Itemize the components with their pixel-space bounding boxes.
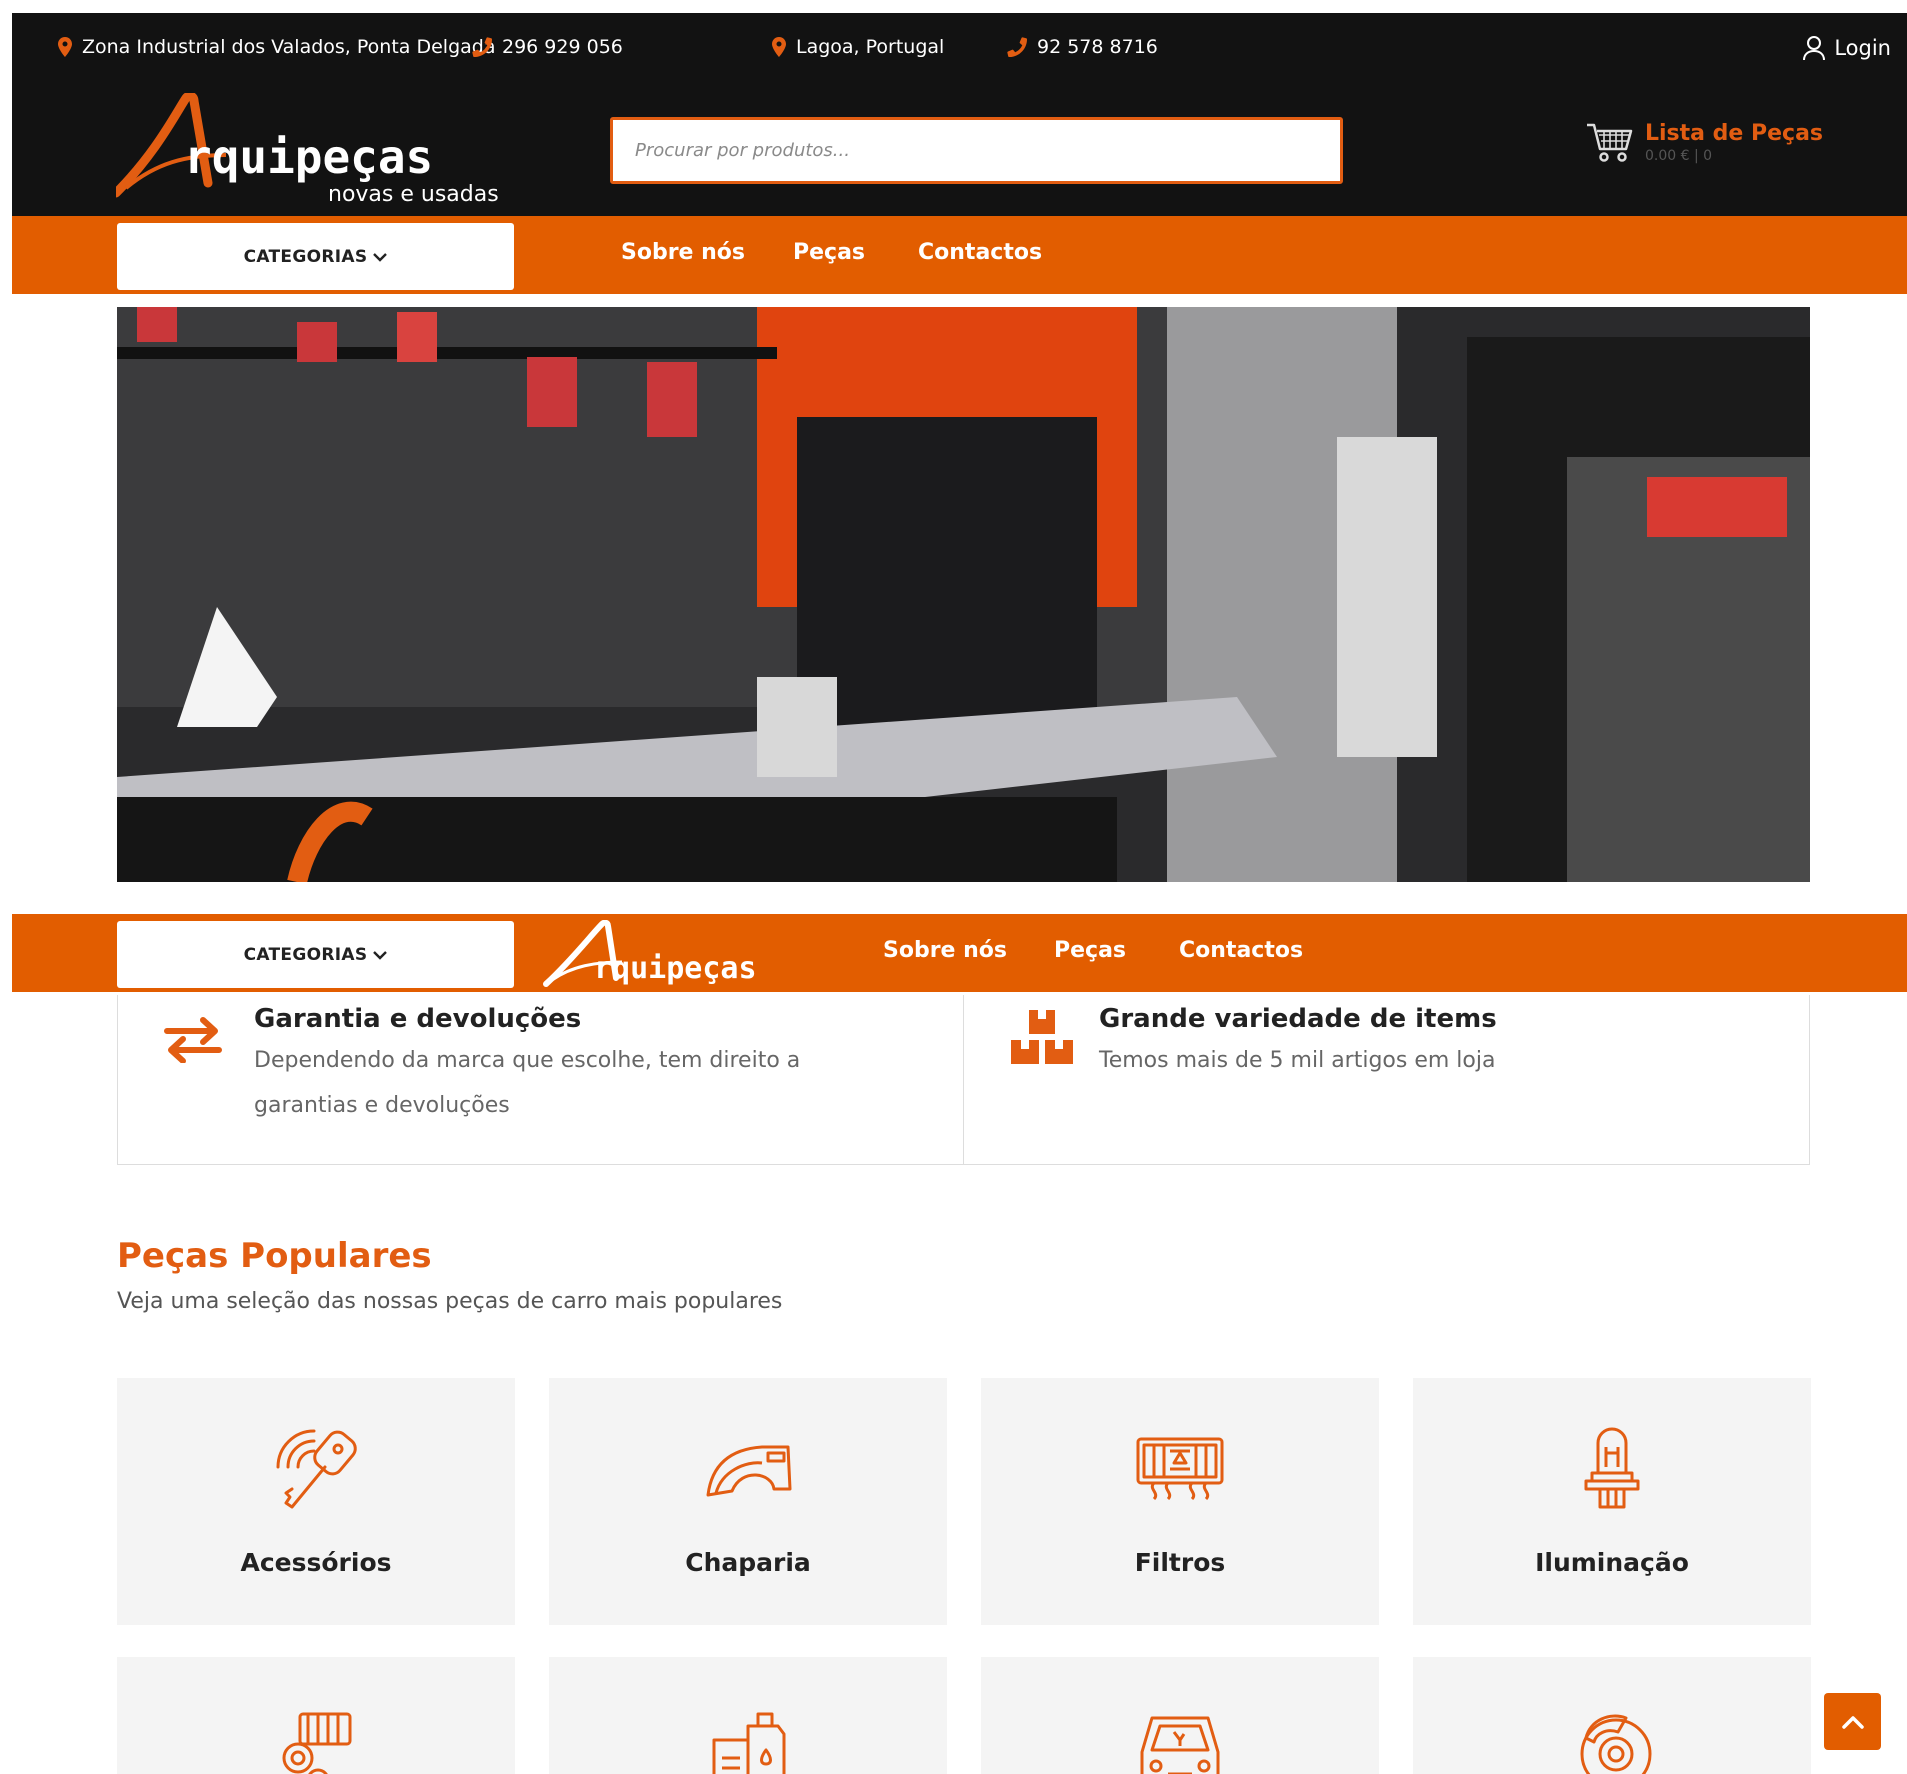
categories-label: CATEGORIAS bbox=[243, 944, 368, 965]
top-header: Zona Industrial dos Valados, Ponta Delga… bbox=[12, 13, 1907, 216]
category-card-filtros[interactable]: Filtros bbox=[981, 1378, 1379, 1625]
logo-wordmark: rquipeças bbox=[184, 130, 433, 184]
arquipecas-logo-small[interactable]: rquipeças bbox=[542, 920, 807, 990]
user-icon bbox=[1803, 36, 1826, 61]
card-label: Filtros bbox=[1134, 1548, 1226, 1577]
phone-text: 92 578 8716 bbox=[1037, 36, 1158, 58]
categories-label: CATEGORIAS bbox=[243, 246, 368, 267]
address-text: Lagoa, Portugal bbox=[796, 36, 945, 58]
categories-dropdown[interactable]: CATEGORIAS bbox=[117, 921, 514, 988]
category-card-brakes[interactable] bbox=[1413, 1657, 1811, 1774]
hero-store-image bbox=[117, 307, 1810, 882]
nav-link-parts[interactable]: Peças bbox=[793, 240, 865, 265]
feature-title: Garantia e devoluções bbox=[254, 1004, 582, 1034]
categories-dropdown[interactable]: CATEGORIAS bbox=[117, 223, 514, 290]
feature-title: Grande variedade de items bbox=[1099, 1004, 1497, 1034]
features-divider bbox=[963, 995, 964, 1165]
logo-wordmark: rquipeças bbox=[594, 951, 757, 986]
category-card-oil[interactable] bbox=[549, 1657, 947, 1774]
popular-subtitle: Veja uma seleção das nossas peças de car… bbox=[117, 1289, 783, 1314]
nav-link-about[interactable]: Sobre nós bbox=[621, 240, 745, 265]
map-pin-icon bbox=[58, 37, 72, 57]
login-link[interactable]: Login bbox=[1802, 35, 1891, 61]
feature-desc: Dependendo da marca que escolhe, tem dir… bbox=[254, 1048, 801, 1118]
category-card-iluminacao[interactable]: Iluminação bbox=[1413, 1378, 1811, 1625]
car-key-icon bbox=[276, 1429, 357, 1509]
category-card-engine[interactable] bbox=[117, 1657, 515, 1774]
oil-can-icon bbox=[712, 1712, 786, 1774]
phone-1[interactable]: 296 929 056 bbox=[472, 35, 623, 59]
cart-summary: 0.00 € | 0 bbox=[1645, 148, 1713, 164]
chevron-down-icon bbox=[373, 252, 388, 262]
phone-icon bbox=[472, 37, 492, 57]
features-box: Garantia e devoluções Dependendo da marc… bbox=[117, 995, 1810, 1165]
phone-text: 296 929 056 bbox=[502, 36, 623, 58]
search-input[interactable] bbox=[613, 120, 1340, 181]
category-card-chaparia[interactable]: Chaparia bbox=[549, 1378, 947, 1625]
nav-link-about[interactable]: Sobre nós bbox=[883, 938, 1007, 963]
popular-title: Peças Populares bbox=[117, 1236, 432, 1276]
brake-disc-icon bbox=[1580, 1714, 1652, 1774]
chevron-down-icon bbox=[373, 950, 388, 960]
arrows-exchange-icon bbox=[164, 1017, 222, 1063]
sticky-nav: CATEGORIAS rquipeças Sobre nós Peças Con… bbox=[12, 914, 1907, 992]
search-box[interactable] bbox=[610, 117, 1343, 184]
card-label: Acessórios bbox=[240, 1548, 392, 1577]
back-to-top-button[interactable] bbox=[1824, 1693, 1881, 1750]
category-card-acessorios[interactable]: Acessórios bbox=[117, 1378, 515, 1625]
fender-icon bbox=[706, 1445, 792, 1497]
engine-icon bbox=[282, 1712, 352, 1774]
nav-link-contacts[interactable]: Contactos bbox=[1179, 938, 1303, 963]
login-label: Login bbox=[1834, 36, 1891, 60]
car-front-icon bbox=[1140, 1716, 1220, 1774]
category-card-body[interactable] bbox=[981, 1657, 1379, 1774]
phone-2[interactable]: 92 578 8716 bbox=[1007, 35, 1158, 59]
address-lagoa[interactable]: Lagoa, Portugal bbox=[772, 35, 944, 59]
page: Zona Industrial dos Valados, Ponta Delga… bbox=[12, 13, 1907, 1774]
card-label: Iluminação bbox=[1535, 1548, 1689, 1577]
boxes-icon bbox=[1011, 1010, 1073, 1064]
parts-list-cart[interactable]: Lista de Peças 0.00 € | 0 bbox=[1585, 121, 1823, 165]
address-text: Zona Industrial dos Valados, Ponta Delga… bbox=[82, 36, 496, 58]
main-nav: CATEGORIAS Sobre nós Peças Contactos bbox=[12, 216, 1907, 294]
phone-icon bbox=[1007, 37, 1027, 57]
feature-desc: Temos mais de 5 mil artigos em loja bbox=[1099, 1048, 1496, 1073]
shopping-cart-icon bbox=[1587, 123, 1633, 162]
nav-link-parts[interactable]: Peças bbox=[1054, 938, 1126, 963]
logo-tagline: novas e usadas bbox=[328, 182, 499, 207]
map-pin-icon bbox=[772, 37, 786, 57]
card-label: Chaparia bbox=[685, 1548, 811, 1577]
bulb-icon bbox=[1584, 1427, 1640, 1509]
chevron-up-icon bbox=[1841, 1715, 1864, 1729]
address-ponta-delgada[interactable]: Zona Industrial dos Valados, Ponta Delga… bbox=[58, 35, 495, 59]
arquipecas-logo[interactable]: rquipeças novas e usadas bbox=[116, 93, 521, 208]
filter-icon bbox=[1136, 1437, 1224, 1501]
cart-title: Lista de Peças bbox=[1645, 121, 1824, 146]
nav-link-contacts[interactable]: Contactos bbox=[918, 240, 1042, 265]
